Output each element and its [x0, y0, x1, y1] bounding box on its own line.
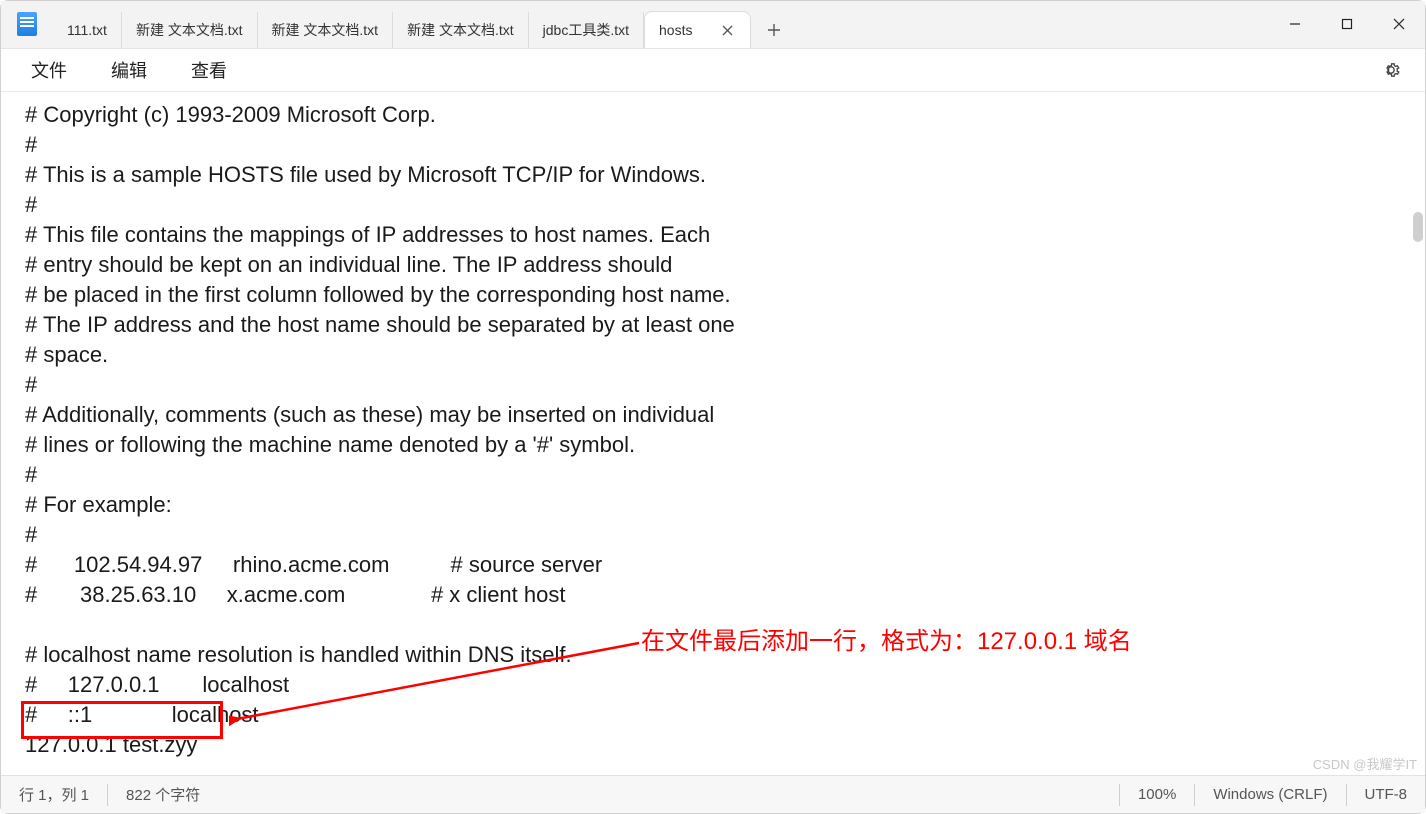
- menu-bar: 文件 编辑 查看: [1, 49, 1425, 93]
- tab-label: hosts: [659, 22, 692, 38]
- text-content[interactable]: # Copyright (c) 1993-2009 Microsoft Corp…: [1, 92, 1425, 775]
- notepad-icon: [17, 12, 37, 36]
- close-icon: [1393, 18, 1405, 30]
- status-cursor: 行 1，列 1: [1, 776, 107, 813]
- new-tab-button[interactable]: [755, 12, 793, 48]
- settings-button[interactable]: [1373, 52, 1409, 88]
- tab-label: 新建 文本文档.txt: [407, 20, 514, 40]
- tab-label: 新建 文本文档.txt: [272, 20, 379, 40]
- maximize-icon: [1341, 18, 1353, 30]
- status-zoom: 100%: [1120, 776, 1194, 813]
- tab-label: jdbc工具类.txt: [543, 20, 629, 40]
- tab-newdoc-2[interactable]: 新建 文本文档.txt: [258, 12, 394, 48]
- title-bar: 111.txt 新建 文本文档.txt 新建 文本文档.txt 新建 文本文档.…: [1, 1, 1425, 49]
- tab-strip: 111.txt 新建 文本文档.txt 新建 文本文档.txt 新建 文本文档.…: [53, 1, 1269, 48]
- status-bar: 行 1，列 1 822 个字符 100% Windows (CRLF) UTF-…: [1, 775, 1425, 813]
- tab-newdoc-1[interactable]: 新建 文本文档.txt: [122, 12, 258, 48]
- watermark: CSDN @我耀学IT: [1313, 754, 1417, 773]
- editor-area[interactable]: # Copyright (c) 1993-2009 Microsoft Corp…: [1, 92, 1425, 775]
- minimize-icon: [1289, 18, 1301, 30]
- minimize-button[interactable]: [1269, 4, 1321, 44]
- tab-hosts[interactable]: hosts: [644, 11, 751, 48]
- plus-icon: [767, 23, 781, 37]
- maximize-button[interactable]: [1321, 4, 1373, 44]
- window-controls: [1269, 1, 1425, 48]
- menu-view[interactable]: 查看: [169, 51, 249, 89]
- menu-edit[interactable]: 编辑: [89, 51, 169, 89]
- tab-jdbc[interactable]: jdbc工具类.txt: [529, 12, 644, 48]
- close-icon[interactable]: [718, 21, 736, 39]
- menu-file[interactable]: 文件: [9, 51, 89, 89]
- status-line-ending: Windows (CRLF): [1195, 776, 1345, 813]
- status-chars: 822 个字符: [108, 776, 218, 813]
- tab-111[interactable]: 111.txt: [53, 12, 122, 48]
- status-encoding: UTF-8: [1347, 776, 1426, 813]
- tab-label: 新建 文本文档.txt: [136, 20, 243, 40]
- notepad-window: 111.txt 新建 文本文档.txt 新建 文本文档.txt 新建 文本文档.…: [0, 0, 1426, 814]
- tab-newdoc-3[interactable]: 新建 文本文档.txt: [393, 12, 529, 48]
- app-icon: [1, 1, 53, 48]
- gear-icon: [1381, 60, 1401, 80]
- tab-label: 111.txt: [67, 22, 107, 38]
- vertical-scrollbar[interactable]: [1413, 212, 1423, 242]
- close-button[interactable]: [1373, 4, 1425, 44]
